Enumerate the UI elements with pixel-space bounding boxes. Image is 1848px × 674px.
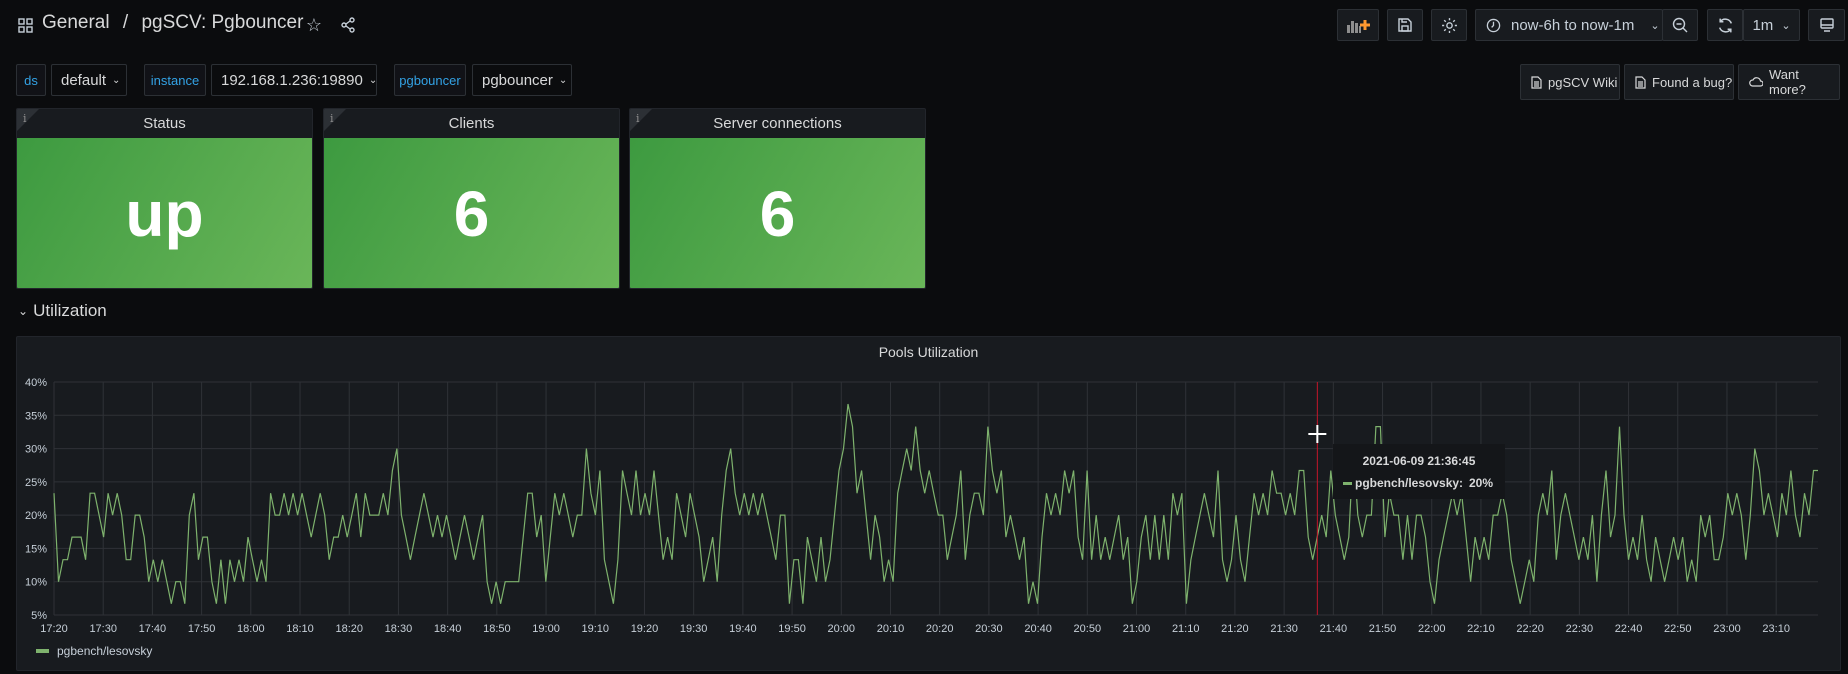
variable-select-instance[interactable]: 192.168.1.236:19890 ⌄	[211, 64, 377, 96]
refresh-interval-picker[interactable]: 1m ⌄	[1743, 9, 1800, 41]
stat-value: 6	[324, 138, 619, 288]
document-icon	[1635, 75, 1646, 89]
stat-value: up	[17, 138, 312, 288]
variable-label-instance: instance	[144, 64, 206, 96]
save-dashboard-button[interactable]	[1387, 9, 1423, 41]
chevron-down-icon: ⌄	[112, 74, 121, 86]
stat-value: 6	[630, 138, 925, 288]
clock-icon	[1486, 18, 1501, 33]
variable-label-pgbouncer: pgbouncer	[394, 64, 466, 96]
stat-panel-status: i Status up	[16, 108, 313, 289]
add-panel-button[interactable]	[1337, 9, 1379, 41]
link-label: pgSCV Wiki	[1548, 74, 1618, 90]
chevron-down-icon: ⌄	[1650, 19, 1660, 32]
breadcrumb-folder[interactable]: General	[42, 12, 110, 33]
info-icon[interactable]: i	[330, 112, 334, 125]
page-title[interactable]: pgSCV: Pgbouncer	[141, 12, 303, 33]
variable-value: default	[61, 71, 107, 89]
refresh-icon	[1717, 17, 1734, 34]
panel-title[interactable]: Clients	[449, 115, 495, 132]
chart-legend: pgbench/lesovsky	[36, 644, 152, 658]
chevron-down-icon: ⌄	[1781, 19, 1791, 32]
share-icon[interactable]	[338, 15, 358, 35]
chevron-down-icon: ⌄	[368, 74, 378, 86]
variable-value: pgbouncer	[482, 71, 553, 89]
variable-select-pgbouncer[interactable]: pgbouncer ⌄	[472, 64, 572, 96]
time-range-picker[interactable]: now-6h to now-1m ⌄	[1475, 9, 1663, 41]
row-title: Utilization	[33, 301, 107, 320]
legend-series-name[interactable]: pgbench/lesovsky	[57, 644, 152, 658]
zoom-out-icon	[1672, 17, 1688, 33]
tooltip-time: 2021-06-09 21:36:45	[1362, 454, 1476, 468]
variable-label-ds: ds	[16, 64, 46, 96]
row-utilization[interactable]: ⌄ Utilization	[18, 301, 107, 321]
variable-value: 192.168.1.236:19890	[221, 71, 363, 89]
panel-title[interactable]: Pools Utilization	[17, 344, 1840, 360]
panel-title[interactable]: Status	[143, 115, 186, 132]
link-label: Want more?	[1769, 67, 1806, 97]
panel-title[interactable]: Server connections	[713, 115, 841, 132]
breadcrumb-separator: /	[122, 12, 129, 33]
tv-mode-button[interactable]	[1808, 9, 1845, 41]
time-range-label: now-6h to now-1m	[1511, 16, 1635, 34]
stat-panel-clients: i Clients 6	[323, 108, 620, 289]
document-icon	[1531, 75, 1542, 89]
breadcrumb: General / pgSCV: Pgbouncer	[42, 12, 303, 34]
chevron-down-icon: ⌄	[558, 74, 568, 86]
chevron-down-icon: ⌄	[18, 304, 29, 318]
gear-icon	[1441, 17, 1458, 34]
link-pgscv-wiki[interactable]: pgSCV Wiki	[1520, 64, 1620, 100]
info-icon[interactable]: i	[23, 112, 27, 125]
dashboard-grid-icon	[17, 17, 33, 33]
graph-panel-pools-utilization: Pools Utilization	[16, 336, 1841, 671]
variable-select-ds[interactable]: default ⌄	[51, 64, 127, 96]
star-icon[interactable]: ☆	[304, 15, 324, 35]
link-want-more[interactable]: Want more?	[1738, 64, 1840, 100]
refresh-button[interactable]	[1707, 9, 1743, 41]
tooltip-value: 20%	[1468, 476, 1493, 490]
monitor-icon	[1819, 17, 1835, 33]
save-icon	[1397, 17, 1413, 33]
tooltip-series: pgbench/lesovsky:	[1355, 476, 1464, 490]
zoom-out-button[interactable]	[1662, 9, 1698, 41]
cloud-icon	[1749, 77, 1763, 87]
refresh-interval-label: 1m	[1752, 16, 1774, 34]
stat-panel-server-connections: i Server connections 6	[629, 108, 926, 289]
chart-tooltip: 2021-06-09 21:36:45 pgbench/lesovsky: 20…	[1333, 444, 1505, 499]
link-label: Found a bug?	[1652, 74, 1733, 90]
link-found-a-bug[interactable]: Found a bug?	[1624, 64, 1734, 100]
info-icon[interactable]: i	[636, 112, 640, 125]
legend-swatch	[36, 649, 49, 653]
dashboard-settings-button[interactable]	[1431, 9, 1467, 41]
legend-swatch	[1343, 481, 1352, 485]
